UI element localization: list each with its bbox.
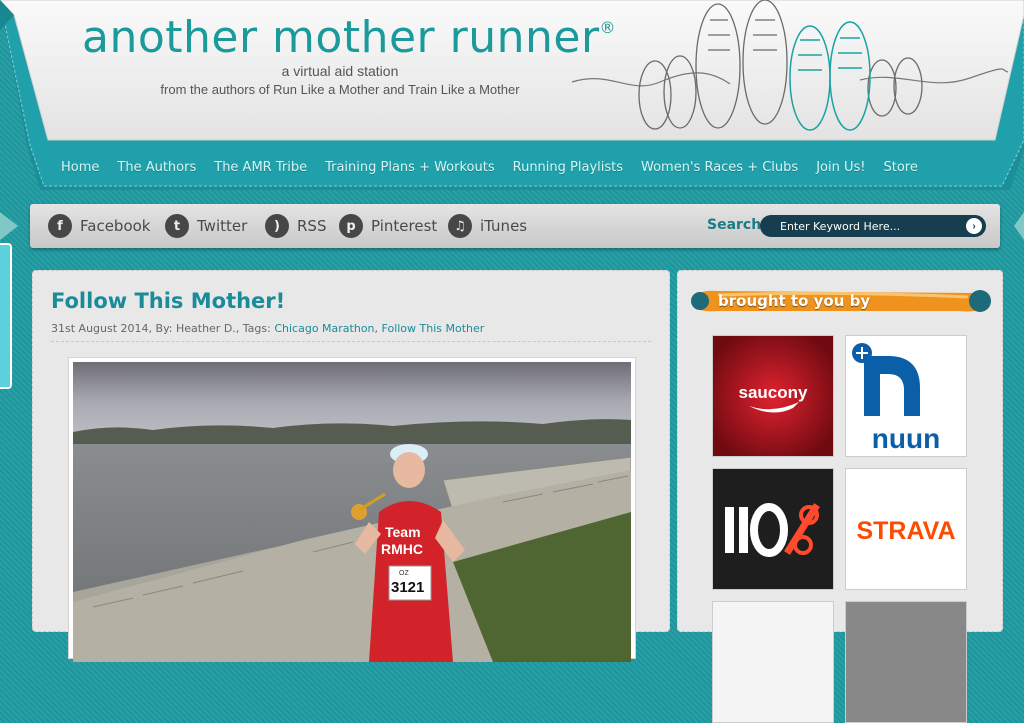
search-submit-icon[interactable]: › (966, 218, 982, 234)
search-input[interactable] (778, 218, 972, 234)
saucony-logo-icon: saucony (713, 336, 833, 456)
strava-wordmark: STRAVA (856, 517, 955, 545)
nav-womens-races[interactable]: Women's Races + Clubs (632, 157, 807, 179)
social-rss[interactable]: ) RSS (265, 214, 326, 238)
facebook-icon: f (48, 214, 72, 238)
sponsor-110-percent[interactable] (712, 468, 834, 590)
social-pinterest-label: Pinterest (371, 217, 438, 235)
social-itunes[interactable]: ♫ iTunes (448, 214, 527, 238)
post-meta: 31st August 2014, By: Heather D., Tags: … (51, 322, 484, 335)
nav-amr-tribe[interactable]: The AMR Tribe (205, 157, 316, 179)
110-percent-logo-icon (713, 469, 833, 589)
rss-icon: ) (265, 214, 289, 238)
side-feedback-tab[interactable] (0, 243, 12, 389)
site-title-text[interactable]: another mother runner (82, 12, 600, 63)
nuun-wordmark: nuun (872, 423, 940, 454)
brought-to-you-by: brought to you by (718, 292, 871, 310)
meta-divider (51, 341, 651, 342)
nuun-logo-icon: nuun (846, 336, 966, 456)
sponsor-nuun[interactable]: nuun (845, 335, 967, 457)
social-pinterest[interactable]: p Pinterest (339, 214, 437, 238)
search-box: › (760, 215, 986, 237)
tag-link-follow-this-mother[interactable]: Follow This Mother (382, 322, 485, 335)
post-title[interactable]: Follow This Mother! (51, 289, 285, 313)
shirt-text-team: Team (385, 524, 421, 540)
sponsor-strava[interactable]: STRAVA (845, 468, 967, 590)
nav-the-authors[interactable]: The Authors (108, 157, 205, 179)
social-twitter[interactable]: t Twitter (165, 214, 247, 238)
itunes-icon: ♫ (448, 214, 472, 238)
twitter-icon: t (165, 214, 189, 238)
saucony-wordmark: saucony (739, 383, 809, 402)
main-content: Follow This Mother! 31st August 2014, By… (32, 270, 670, 662)
social-itunes-label: iTunes (480, 217, 528, 235)
social-facebook-label: Facebook (80, 217, 151, 235)
strava-logo-icon: STRAVA (846, 469, 966, 589)
sponsor-tile-partial-2[interactable] (845, 601, 967, 723)
site-header: another mother runner® a virtual aid sta… (0, 0, 1024, 190)
sidebar: brought to you by saucony nuun STRAVA (677, 270, 1003, 723)
main-nav: Home The Authors The AMR Tribe Training … (52, 157, 927, 179)
nav-home[interactable]: Home (52, 157, 108, 179)
social-facebook[interactable]: f Facebook (48, 214, 150, 238)
pinterest-icon: p (339, 214, 363, 238)
nav-join-us[interactable]: Join Us! (807, 157, 874, 179)
tag-separator: , (374, 322, 382, 335)
running-shoes-illustration (571, 0, 1009, 131)
nav-training-plans[interactable]: Training Plans + Workouts (316, 157, 504, 179)
ribbon-right-fold (1014, 212, 1024, 240)
site-title[interactable]: another mother runner® (82, 12, 616, 63)
social-bar: f Facebook t Twitter ) RSS p Pinterest ♫… (30, 204, 1000, 248)
bib-number: 3121 (391, 579, 424, 596)
social-twitter-label: Twitter (197, 217, 248, 235)
social-rss-label: RSS (297, 217, 327, 235)
post-meta-text: 31st August 2014, By: Heather D., Tags: (51, 322, 275, 335)
sponsor-saucony[interactable]: saucony (712, 335, 834, 457)
runner-photo: Team RMHC OZ 3121 (73, 362, 631, 662)
ribbon-left-fold (0, 212, 18, 240)
nav-store[interactable]: Store (874, 157, 926, 179)
shirt-text-rmhc: RMHC (381, 541, 423, 557)
bib-top-text: OZ (399, 570, 409, 577)
post-photo[interactable]: Team RMHC OZ 3121 (68, 357, 636, 662)
sponsor-tile-partial-1[interactable] (712, 601, 834, 723)
tag-link-chicago-marathon[interactable]: Chicago Marathon (274, 322, 374, 335)
search-label: Search (707, 217, 762, 233)
nav-running-playlists[interactable]: Running Playlists (504, 157, 632, 179)
